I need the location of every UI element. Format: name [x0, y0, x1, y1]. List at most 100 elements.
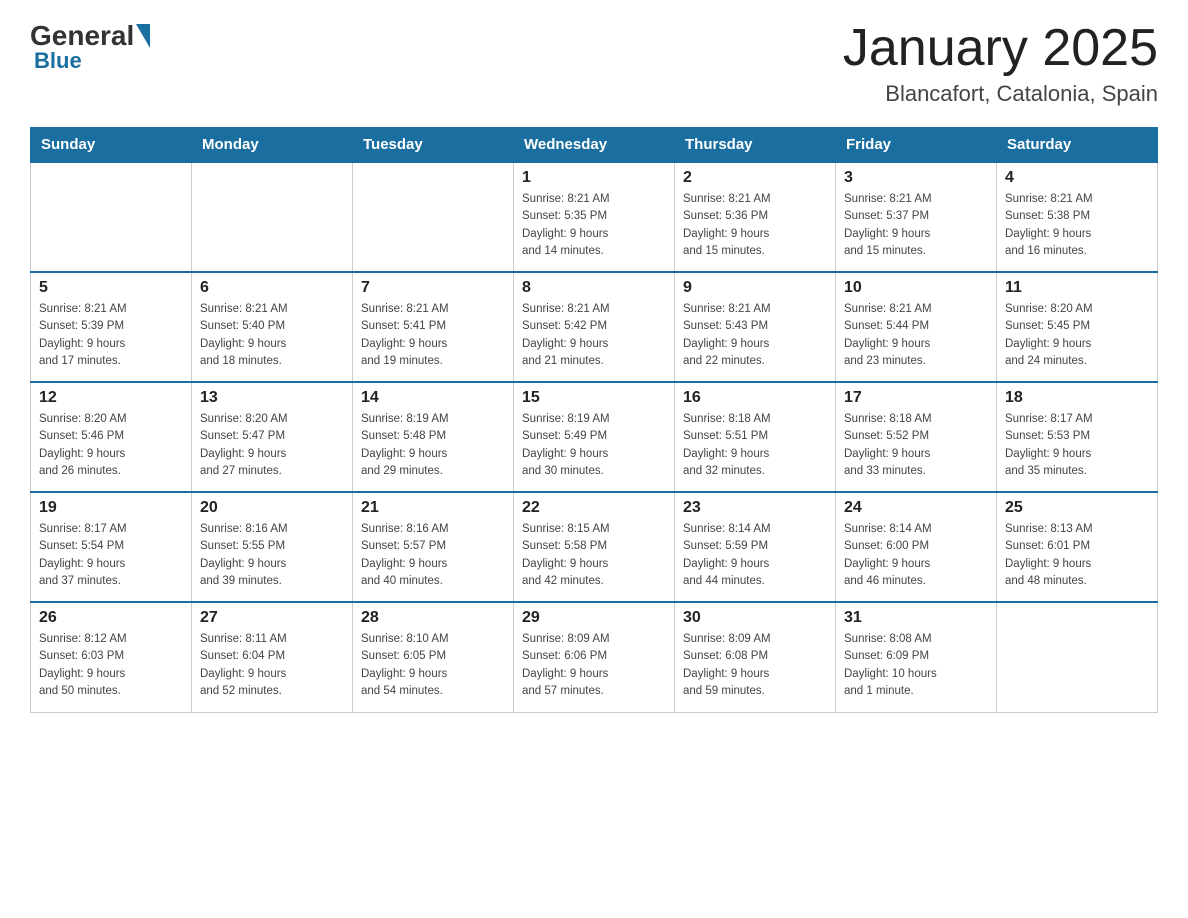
calendar-cell: 20Sunrise: 8:16 AMSunset: 5:55 PMDayligh…: [192, 492, 353, 602]
day-info: Sunrise: 8:08 AMSunset: 6:09 PMDaylight:…: [844, 631, 988, 700]
calendar-cell: 15 Sunrise: 8:19 AMSunset: 5:49 PMDayligh…: [514, 382, 675, 492]
day-info: Sunrise: 8:14 AMSunset: 5:59 PMDaylight:…: [683, 521, 827, 590]
week-row-1: 1 Sunrise: 8:21 AMSunset: 5:35 PMDaylight…: [31, 162, 1158, 272]
day-number: 25: [1005, 499, 1149, 517]
day-header-saturday: Saturday: [997, 128, 1158, 163]
day-info: Sunrise: 8:10 AMSunset: 6:05 PMDaylight:…: [361, 631, 505, 700]
day-number: 18: [1005, 389, 1149, 407]
calendar-cell: 9 Sunrise: 8:21 AMSunset: 5:43 PMDaylight…: [675, 272, 836, 382]
calendar-cell: 2 Sunrise: 8:21 AMSunset: 5:36 PMDaylight…: [675, 162, 836, 272]
day-info: Sunrise: 8:18 AMSunset: 5:51 PMDaylight:…: [683, 411, 827, 480]
day-number: 12: [39, 389, 183, 407]
day-number: 20: [200, 499, 344, 517]
day-info: Sunrise: 8:21 AMSunset: 5:36 PMDaylight:…: [683, 191, 827, 260]
calendar-cell: [997, 602, 1158, 712]
week-row-5: 26 Sunrise: 8:12 AMSunset: 6:03 PMDayligh…: [31, 602, 1158, 712]
day-number: 30: [683, 609, 827, 627]
calendar-table: SundayMondayTuesdayWednesdayThursdayFrid…: [30, 127, 1158, 713]
location-subtitle: Blancafort, Catalonia, Spain: [843, 81, 1158, 107]
day-number: 28: [361, 609, 505, 627]
day-info: Sunrise: 8:20 AMSunset: 5:46 PMDaylight:…: [39, 411, 183, 480]
day-info: Sunrise: 8:21 AMSunset: 5:38 PMDaylight:…: [1005, 191, 1149, 260]
day-info: Sunrise: 8:14 AMSunset: 6:00 PMDaylight:…: [844, 521, 988, 590]
day-number: 8: [522, 279, 666, 297]
day-info: Sunrise: 8:16 AMSunset: 5:57 PMDaylight:…: [361, 521, 505, 590]
day-number: 19: [39, 499, 183, 517]
day-info: Sunrise: 8:21 AMSunset: 5:35 PMDaylight:…: [522, 191, 666, 260]
day-info: Sunrise: 8:09 AMSunset: 6:06 PMDaylight:…: [522, 631, 666, 700]
week-row-4: 19 Sunrise: 8:17 AMSunset: 5:54 PMDayligh…: [31, 492, 1158, 602]
calendar-cell: 22Sunrise: 8:15 AMSunset: 5:58 PMDayligh…: [514, 492, 675, 602]
day-info: Sunrise: 8:21 AMSunset: 5:40 PMDaylight:…: [200, 301, 344, 370]
day-number: 16: [683, 389, 827, 407]
day-header-wednesday: Wednesday: [514, 128, 675, 163]
day-number: 17: [844, 389, 988, 407]
day-number: 5: [39, 279, 183, 297]
calendar-cell: 24 Sunrise: 8:14 AMSunset: 6:00 PMDayligh…: [836, 492, 997, 602]
day-info: Sunrise: 8:21 AMSunset: 5:44 PMDaylight:…: [844, 301, 988, 370]
day-number: 27: [200, 609, 344, 627]
calendar-cell: 30Sunrise: 8:09 AMSunset: 6:08 PMDayligh…: [675, 602, 836, 712]
day-number: 29: [522, 609, 666, 627]
logo-area: General Blue: [30, 20, 150, 74]
day-info: Sunrise: 8:19 AMSunset: 5:49 PMDaylight:…: [522, 411, 666, 480]
day-info: Sunrise: 8:12 AMSunset: 6:03 PMDaylight:…: [39, 631, 183, 700]
week-row-3: 12 Sunrise: 8:20 AMSunset: 5:46 PMDayligh…: [31, 382, 1158, 492]
calendar-cell: 5Sunrise: 8:21 AMSunset: 5:39 PMDaylight…: [31, 272, 192, 382]
calendar-cell: 27Sunrise: 8:11 AMSunset: 6:04 PMDayligh…: [192, 602, 353, 712]
header-row: SundayMondayTuesdayWednesdayThursdayFrid…: [31, 128, 1158, 163]
calendar-cell: [31, 162, 192, 272]
day-number: 24: [844, 499, 988, 517]
day-number: 4: [1005, 169, 1149, 187]
calendar-cell: 23 Sunrise: 8:14 AMSunset: 5:59 PMDayligh…: [675, 492, 836, 602]
day-number: 14: [361, 389, 505, 407]
calendar-cell: 4 Sunrise: 8:21 AMSunset: 5:38 PMDaylight…: [997, 162, 1158, 272]
calendar-cell: 14 Sunrise: 8:19 AMSunset: 5:48 PMDayligh…: [353, 382, 514, 492]
day-info: Sunrise: 8:21 AMSunset: 5:43 PMDaylight:…: [683, 301, 827, 370]
day-number: 13: [200, 389, 344, 407]
day-info: Sunrise: 8:21 AMSunset: 5:37 PMDaylight:…: [844, 191, 988, 260]
calendar-cell: 28 Sunrise: 8:10 AMSunset: 6:05 PMDayligh…: [353, 602, 514, 712]
day-number: 26: [39, 609, 183, 627]
day-info: Sunrise: 8:19 AMSunset: 5:48 PMDaylight:…: [361, 411, 505, 480]
day-info: Sunrise: 8:17 AMSunset: 5:53 PMDaylight:…: [1005, 411, 1149, 480]
day-header-tuesday: Tuesday: [353, 128, 514, 163]
day-header-friday: Friday: [836, 128, 997, 163]
day-info: Sunrise: 8:17 AMSunset: 5:54 PMDaylight:…: [39, 521, 183, 590]
calendar-cell: [353, 162, 514, 272]
logo-triangle-icon: [136, 24, 150, 48]
day-number: 23: [683, 499, 827, 517]
calendar-cell: 21Sunrise: 8:16 AMSunset: 5:57 PMDayligh…: [353, 492, 514, 602]
day-number: 3: [844, 169, 988, 187]
calendar-cell: 10 Sunrise: 8:21 AMSunset: 5:44 PMDayligh…: [836, 272, 997, 382]
day-number: 10: [844, 279, 988, 297]
calendar-cell: 19 Sunrise: 8:17 AMSunset: 5:54 PMDayligh…: [31, 492, 192, 602]
calendar-cell: 7Sunrise: 8:21 AMSunset: 5:41 PMDaylight…: [353, 272, 514, 382]
calendar-cell: 1 Sunrise: 8:21 AMSunset: 5:35 PMDaylight…: [514, 162, 675, 272]
day-number: 6: [200, 279, 344, 297]
day-number: 7: [361, 279, 505, 297]
day-header-monday: Monday: [192, 128, 353, 163]
day-info: Sunrise: 8:20 AMSunset: 5:47 PMDaylight:…: [200, 411, 344, 480]
day-number: 2: [683, 169, 827, 187]
day-info: Sunrise: 8:15 AMSunset: 5:58 PMDaylight:…: [522, 521, 666, 590]
title-area: January 2025 Blancafort, Catalonia, Spai…: [843, 20, 1158, 107]
day-header-sunday: Sunday: [31, 128, 192, 163]
calendar-cell: 8 Sunrise: 8:21 AMSunset: 5:42 PMDaylight…: [514, 272, 675, 382]
calendar-cell: [192, 162, 353, 272]
day-number: 15: [522, 389, 666, 407]
calendar-cell: 6 Sunrise: 8:21 AMSunset: 5:40 PMDaylight…: [192, 272, 353, 382]
calendar-cell: 26 Sunrise: 8:12 AMSunset: 6:03 PMDayligh…: [31, 602, 192, 712]
day-number: 1: [522, 169, 666, 187]
calendar-cell: 31Sunrise: 8:08 AMSunset: 6:09 PMDayligh…: [836, 602, 997, 712]
month-title: January 2025: [843, 20, 1158, 77]
day-info: Sunrise: 8:21 AMSunset: 5:42 PMDaylight:…: [522, 301, 666, 370]
calendar-cell: 11Sunrise: 8:20 AMSunset: 5:45 PMDayligh…: [997, 272, 1158, 382]
day-info: Sunrise: 8:18 AMSunset: 5:52 PMDaylight:…: [844, 411, 988, 480]
week-row-2: 5Sunrise: 8:21 AMSunset: 5:39 PMDaylight…: [31, 272, 1158, 382]
calendar-cell: 12 Sunrise: 8:20 AMSunset: 5:46 PMDayligh…: [31, 382, 192, 492]
day-number: 9: [683, 279, 827, 297]
calendar-cell: 29 Sunrise: 8:09 AMSunset: 6:06 PMDayligh…: [514, 602, 675, 712]
calendar-cell: 17 Sunrise: 8:18 AMSunset: 5:52 PMDayligh…: [836, 382, 997, 492]
logo-blue-text: Blue: [34, 48, 82, 74]
